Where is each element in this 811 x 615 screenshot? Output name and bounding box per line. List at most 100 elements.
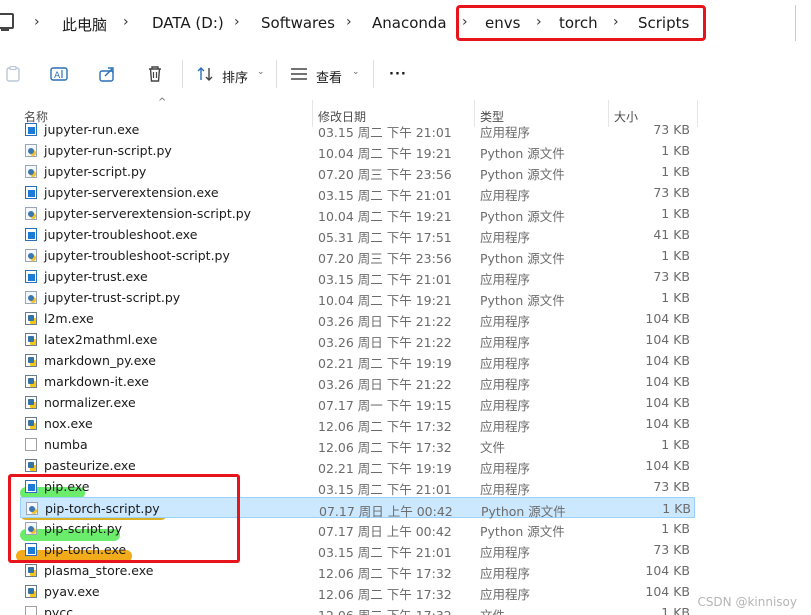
view-button[interactable]: 查看 [316, 67, 342, 86]
file-row[interactable]: pasteurize.exe 02.21 周二 下午 19:19 应用程序 104 K… [0, 455, 700, 476]
file-size: 1 KB [661, 248, 690, 263]
file-date: 03.26 周日 下午 21:22 [318, 335, 452, 350]
python-file-icon [25, 291, 37, 304]
file-size: 104 KB [645, 416, 690, 431]
breadcrumb-separator[interactable]: › [34, 14, 40, 30]
view-icon[interactable] [289, 64, 309, 84]
file-name: pycc [44, 605, 74, 615]
file-type: 应用程序 [480, 272, 531, 287]
file-type: 应用程序 [480, 482, 531, 497]
sort-button[interactable]: 排序 [222, 67, 248, 86]
file-size: 104 KB [645, 311, 690, 326]
file-date: 03.15 周二 下午 21:01 [318, 482, 452, 497]
file-date: 03.15 周二 下午 21:01 [318, 188, 452, 203]
file-row[interactable]: jupyter-trust-script.py 10.04 周二 下午 19:21… [0, 287, 700, 308]
file-date: 07.17 周一 下午 19:15 [318, 398, 452, 413]
exe-icon [25, 228, 37, 241]
file-row[interactable]: jupyter-trust.exe 03.15 周二 下午 21:01 应用程序 73… [0, 266, 700, 287]
file-type: 应用程序 [480, 377, 531, 392]
file-date: 02.21 周二 下午 19:19 [318, 461, 452, 476]
file-name: nox.exe [44, 416, 93, 431]
file-row[interactable]: markdown-it.exe 03.26 周日 下午 21:22 应用程序 104 … [0, 371, 700, 392]
file-date: 07.20 周三 下午 23:56 [318, 251, 452, 266]
file-row[interactable]: numba 12.06 周二 下午 17:32 文件 1 KB [0, 434, 700, 455]
file-name: jupyter-trust-script.py [44, 290, 181, 305]
file-size: 104 KB [645, 563, 690, 578]
file-size: 1 KB [661, 290, 690, 305]
this-pc-icon [0, 13, 14, 31]
file-type: 应用程序 [480, 356, 531, 371]
breadcrumb-softwares[interactable]: Softwares [261, 14, 335, 32]
breadcrumb-this-pc[interactable]: 此电脑 [62, 14, 107, 35]
file-type: 文件 [480, 440, 506, 455]
file-row[interactable]: jupyter-run-script.py 10.04 周二 下午 19:21 Py… [0, 140, 700, 161]
address-bar[interactable]: › 此电脑 › DATA (D:) › Softwares › Anaconda… [0, 0, 811, 47]
breadcrumb-separator[interactable]: › [346, 14, 352, 30]
file-size: 73 KB [653, 185, 690, 200]
file-date: 07.17 周日 上午 00:42 [318, 524, 452, 539]
breadcrumb-separator[interactable]: › [234, 14, 240, 30]
rename-icon[interactable]: A [49, 64, 69, 84]
file-date: 10.04 周二 下午 19:21 [318, 293, 452, 308]
python-exe-icon [25, 585, 37, 598]
file-date: 03.26 周日 下午 21:22 [318, 314, 452, 329]
file-name: plasma_store.exe [44, 563, 154, 578]
file-date: 12.06 周二 下午 17:32 [318, 419, 452, 434]
svg-text:A: A [54, 71, 61, 81]
file-row[interactable]: jupyter-script.py 07.20 周三 下午 23:56 Python… [0, 161, 700, 182]
file-row[interactable]: nox.exe 12.06 周二 下午 17:32 应用程序 104 KB [0, 413, 700, 434]
delete-icon[interactable] [145, 64, 165, 84]
breadcrumb-data-drive[interactable]: DATA (D:) [152, 14, 224, 32]
share-icon[interactable] [97, 64, 117, 84]
paste-icon[interactable] [3, 64, 23, 84]
file-name: l2m.exe [44, 311, 94, 326]
file-row[interactable]: jupyter-troubleshoot.exe 05.31 周二 下午 17:5… [0, 224, 700, 245]
python-exe-icon [25, 459, 37, 472]
file-row[interactable]: pyav.exe 12.06 周二 下午 17:32 应用程序 104 KB [0, 581, 700, 602]
file-name: jupyter-run.exe [44, 122, 140, 137]
file-size: 104 KB [645, 374, 690, 389]
file-type: 应用程序 [480, 587, 531, 602]
file-size: 1 KB [661, 521, 690, 536]
file-size: 104 KB [645, 458, 690, 473]
exe-icon [25, 270, 37, 283]
file-name: latex2mathml.exe [44, 332, 158, 347]
file-type: 应用程序 [480, 419, 531, 434]
file-date: 03.15 周二 下午 21:01 [318, 545, 452, 560]
file-name: jupyter-troubleshoot.exe [44, 227, 198, 242]
file-type: 文件 [480, 605, 505, 615]
file-row[interactable]: jupyter-serverextension-script.py 10.04 周… [0, 203, 700, 224]
file-type: 应用程序 [480, 335, 531, 350]
file-row[interactable]: plasma_store.exe 12.06 周二 下午 17:32 应用程序 104… [0, 560, 700, 581]
file-type: Python 源文件 [480, 251, 565, 266]
file-date: 02.21 周二 下午 19:19 [318, 356, 452, 371]
file-size: 1 KB [661, 605, 690, 615]
sort-icon[interactable] [195, 64, 215, 84]
file-row[interactable]: markdown_py.exe 02.21 周二 下午 19:19 应用程序 104 … [0, 350, 700, 371]
chevron-down-icon[interactable]: ⌄ [257, 67, 265, 77]
file-size: 73 KB [653, 479, 690, 494]
file-name: markdown_py.exe [44, 353, 156, 368]
breadcrumb-anaconda[interactable]: Anaconda [372, 14, 447, 32]
file-row[interactable]: l2m.exe 03.26 周日 下午 21:22 应用程序 104 KB [0, 308, 700, 329]
toolbar-divider [276, 60, 277, 88]
python-exe-icon [25, 417, 37, 430]
file-date: 12.06 周二 下午 17:32 [318, 566, 452, 581]
watermark: CSDN @kinnisoy [697, 595, 797, 609]
breadcrumb-separator[interactable]: › [123, 14, 129, 30]
file-date: 12.06 周二 下午 17:32 [318, 440, 452, 455]
file-row[interactable]: jupyter-troubleshoot-script.py 07.20 周三 下… [0, 245, 700, 266]
file-row[interactable]: jupyter-run.exe 03.15 周二 下午 21:01 应用程序 73 K… [0, 122, 700, 140]
chevron-down-icon[interactable]: ⌄ [352, 67, 360, 77]
file-size: 1 KB [661, 437, 690, 452]
file-row[interactable]: normalizer.exe 07.17 周一 下午 19:15 应用程序 104 K… [0, 392, 700, 413]
file-name: pasteurize.exe [44, 458, 136, 473]
more-options-button[interactable]: ··· [389, 67, 407, 82]
file-name: normalizer.exe [44, 395, 136, 410]
file-row[interactable]: pycc 12.06 周二 下午 17:32 文件 1 KB [0, 602, 700, 615]
file-row[interactable]: jupyter-serverextension.exe 03.15 周二 下午 2… [0, 182, 700, 203]
python-file-icon [25, 249, 37, 262]
file-row[interactable]: latex2mathml.exe 03.26 周日 下午 21:22 应用程序 104… [0, 329, 700, 350]
file-date: 12.06 周二 下午 17:32 [318, 587, 452, 602]
file-type: 应用程序 [480, 566, 531, 581]
